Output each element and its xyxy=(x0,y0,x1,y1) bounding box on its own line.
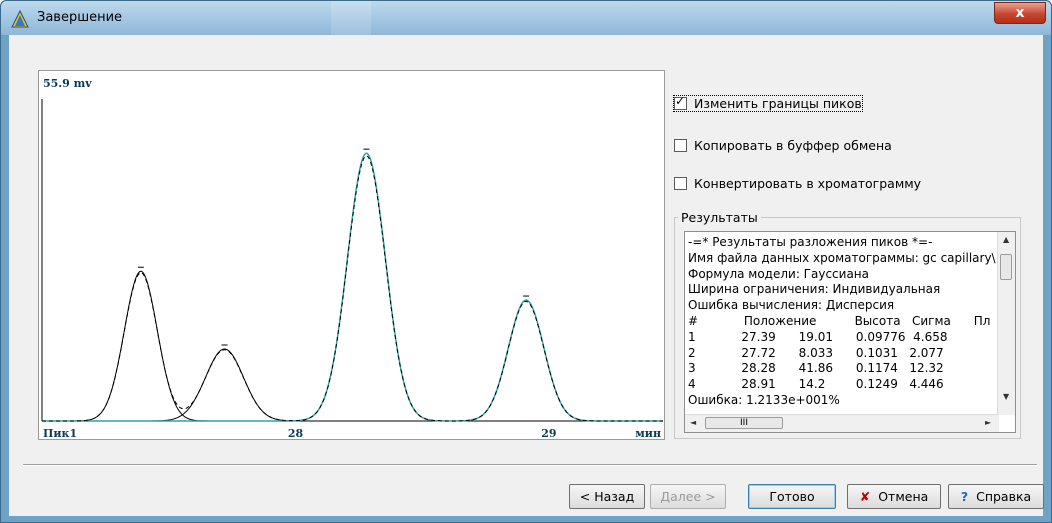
option-copy-clipboard[interactable]: Копировать в буффер обмена xyxy=(674,138,892,153)
titlebar-reflection xyxy=(331,1,371,35)
scroll-left-icon[interactable]: ◄ xyxy=(690,418,696,427)
copy-clipboard-label: Копировать в буффер обмена xyxy=(694,138,892,153)
help-button[interactable]: ? Справка xyxy=(948,484,1044,509)
component-curve-3 xyxy=(42,152,663,422)
dialog-window: Завершение x 55.9 mv Пик1 28 29 мин ✓ Измени… xyxy=(0,0,1052,523)
x-unit-label: мин xyxy=(635,427,661,440)
component-curve-2 xyxy=(42,348,663,422)
title-bar[interactable]: Завершение x xyxy=(1,1,1051,35)
data-curve xyxy=(42,152,663,422)
results-text: -=* Результаты разложения пиков *=- Имя ф… xyxy=(688,235,998,411)
change-bounds-checkbox[interactable]: ✓ xyxy=(674,94,687,110)
results-line: Формула модели: Гауссиана xyxy=(688,266,870,281)
next-button[interactable]: Далее > xyxy=(650,484,726,509)
close-button[interactable]: x xyxy=(994,2,1046,24)
convert-label: Конвертировать в хроматограмму xyxy=(694,176,922,191)
change-bounds-label: Изменить границы пиков xyxy=(694,96,862,111)
component-curve-1 xyxy=(42,270,663,422)
results-line: Ошибка: 1.2133e+001% xyxy=(688,392,840,407)
app-icon xyxy=(11,10,29,28)
sum-curve xyxy=(42,155,663,422)
results-line: Имя файла данных хроматограммы: gc capil… xyxy=(688,250,998,265)
horizontal-scroll-thumb[interactable]: III xyxy=(705,417,783,429)
peak-label: Пик1 xyxy=(43,427,77,440)
y-max-label: 55.9 mv xyxy=(43,77,92,90)
scroll-up-icon[interactable]: ▲ xyxy=(1003,235,1009,244)
results-line: 2 27.72 8.033 0.1031 2.077 xyxy=(688,345,944,360)
results-vertical-scrollbar[interactable]: ▲ ▼ xyxy=(997,232,1015,415)
cancel-x-icon: ✘ xyxy=(859,489,871,504)
back-button[interactable]: < Назад xyxy=(569,484,645,509)
finish-button[interactable]: Готово xyxy=(748,484,836,509)
button-separator xyxy=(23,464,1037,466)
vertical-scroll-thumb[interactable] xyxy=(1000,254,1012,280)
option-change-bounds[interactable]: ✓ Изменить границы пиков xyxy=(673,94,863,112)
cancel-button[interactable]: ✘ Отмена xyxy=(847,484,941,509)
chart-svg: 55.9 mv Пик1 28 29 мин xyxy=(41,77,663,440)
window-title: Завершение xyxy=(37,10,123,25)
x-tick-label: 28 xyxy=(288,427,304,440)
copy-clipboard-checkbox[interactable] xyxy=(674,139,687,152)
results-line: Ширина ограничения: Индивидуальная xyxy=(688,282,941,297)
results-line: 3 28.28 41.86 0.1174 12.32 xyxy=(688,361,944,376)
help-label: Справка xyxy=(976,489,1032,504)
results-horizontal-scrollbar[interactable]: ◄ III ► xyxy=(685,414,999,432)
x-tick-label: 29 xyxy=(541,427,556,440)
results-textbox[interactable]: -=* Результаты разложения пиков *=- Имя ф… xyxy=(684,231,1016,433)
option-convert[interactable]: Конвертировать в хроматограмму xyxy=(674,176,921,191)
results-line: -=* Результаты разложения пиков *=- xyxy=(688,235,933,249)
chromatogram-chart: 55.9 mv Пик1 28 29 мин xyxy=(38,70,665,440)
scroll-right-icon[interactable]: ► xyxy=(985,418,991,427)
results-line: Ошибка вычисления: Дисперсия xyxy=(688,298,895,313)
results-line: 1 27.39 19.01 0.09776 4.658 xyxy=(688,329,948,344)
check-mark-icon: ✓ xyxy=(675,94,686,108)
results-line: # Положение Высота Сигма Пл xyxy=(688,313,991,328)
help-question-icon: ? xyxy=(960,489,969,504)
scroll-down-icon[interactable]: ▼ xyxy=(1003,392,1009,401)
component-curve-4 xyxy=(42,299,663,422)
results-line: 4 28.91 14.2 0.1249 4.446 xyxy=(688,377,944,392)
convert-checkbox[interactable] xyxy=(674,177,687,190)
results-group-title: Результаты xyxy=(678,210,761,225)
cancel-label: Отмена xyxy=(878,489,929,504)
